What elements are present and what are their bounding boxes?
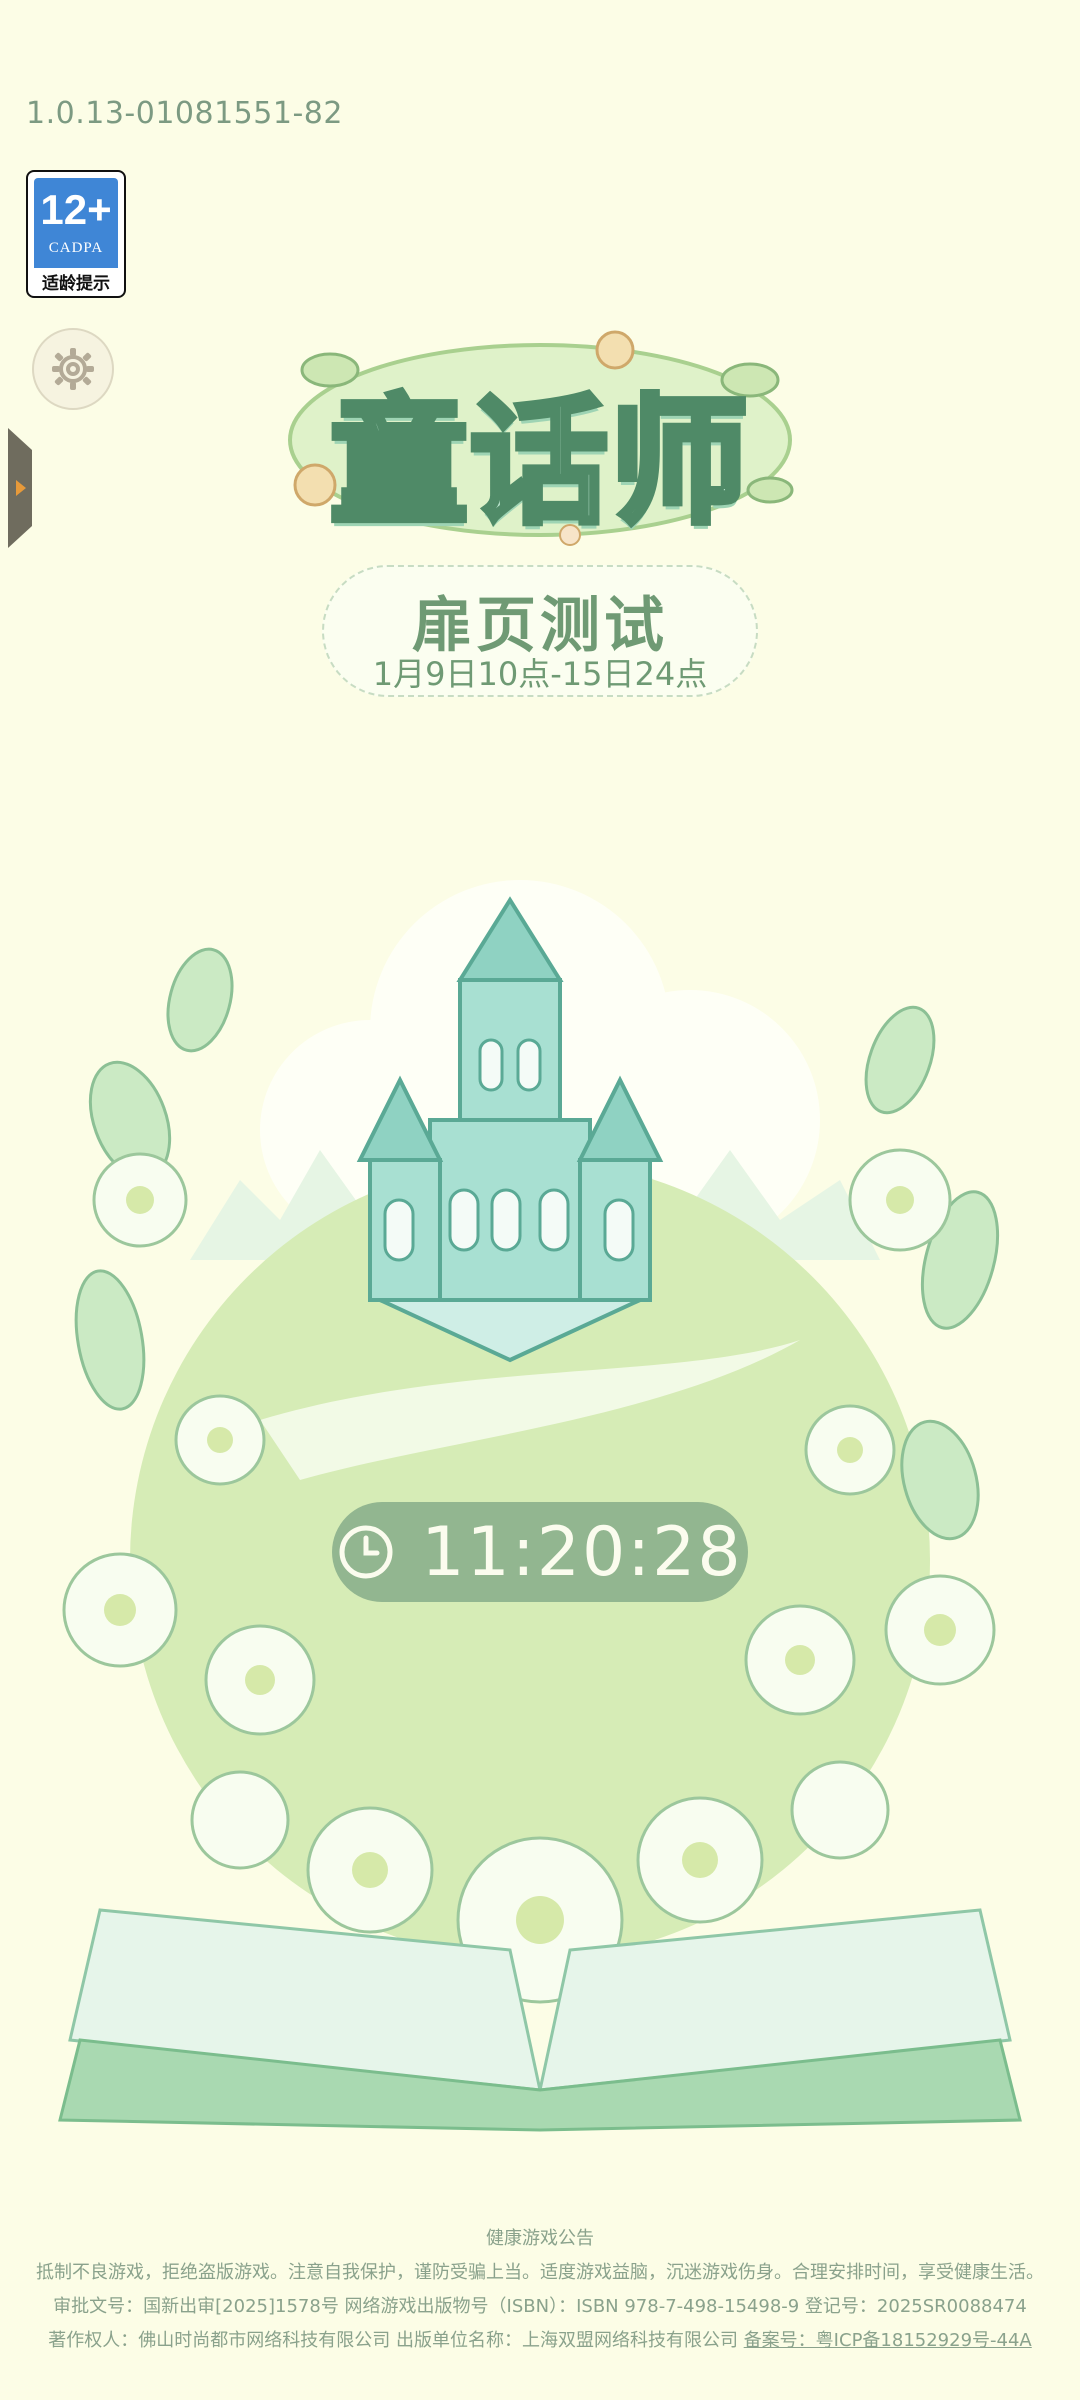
age-rating: 12+ <box>40 186 112 233</box>
settings-button[interactable] <box>32 328 114 410</box>
logo-title: 童话师 <box>327 379 751 546</box>
countdown-time: 11:20:28 <box>421 1512 743 1592</box>
copyright-info: 著作权人：佛山时尚都市网络科技有限公司 出版单位名称：上海双盟网络科技有限公司 … <box>0 2324 1080 2358</box>
health-notice-text: 抵制不良游戏，拒绝盗版游戏。注意自我保护，谨防受骗上当。适度游戏益脑，沉迷游戏伤… <box>36 2262 1044 2283</box>
countdown-timer: 11:20:28 <box>332 1502 748 1602</box>
event-banner: 扉页测试 1月9日10点-15日24点 <box>322 565 758 697</box>
age-org: CADPA <box>48 240 104 256</box>
age-rating-badge[interactable]: 12+ CADPA 适龄提示 <box>26 170 126 298</box>
age-tip: 适龄提示 <box>42 274 110 294</box>
health-notice-heading: 健康游戏公告 <box>486 2228 594 2249</box>
clock-icon <box>339 1525 393 1579</box>
approval-info: 审批文号：国新出审[2025]1578号 网络游戏出版物号（ISBN）：ISBN… <box>53 2296 1027 2317</box>
health-notice-footer: 健康游戏公告 抵制不良游戏，拒绝盗版游戏。注意自我保护，谨防受骗上当。适度游戏益… <box>0 2222 1080 2358</box>
game-logo: 童话师 <box>270 310 810 560</box>
event-dates: 1月9日10点-15日24点 <box>372 655 708 693</box>
side-tab-shape <box>8 428 32 548</box>
version-label: 1.0.13-01081551-82 <box>26 96 343 131</box>
copyright-text: 著作权人：佛山时尚都市网络科技有限公司 出版单位名称：上海双盟网络科技有限公司 <box>48 2330 744 2351</box>
side-drawer-tab[interactable] <box>8 428 36 548</box>
gear-icon <box>52 348 94 390</box>
icp-link[interactable]: 备案号：粤ICP备18152929号-44A <box>744 2330 1032 2351</box>
